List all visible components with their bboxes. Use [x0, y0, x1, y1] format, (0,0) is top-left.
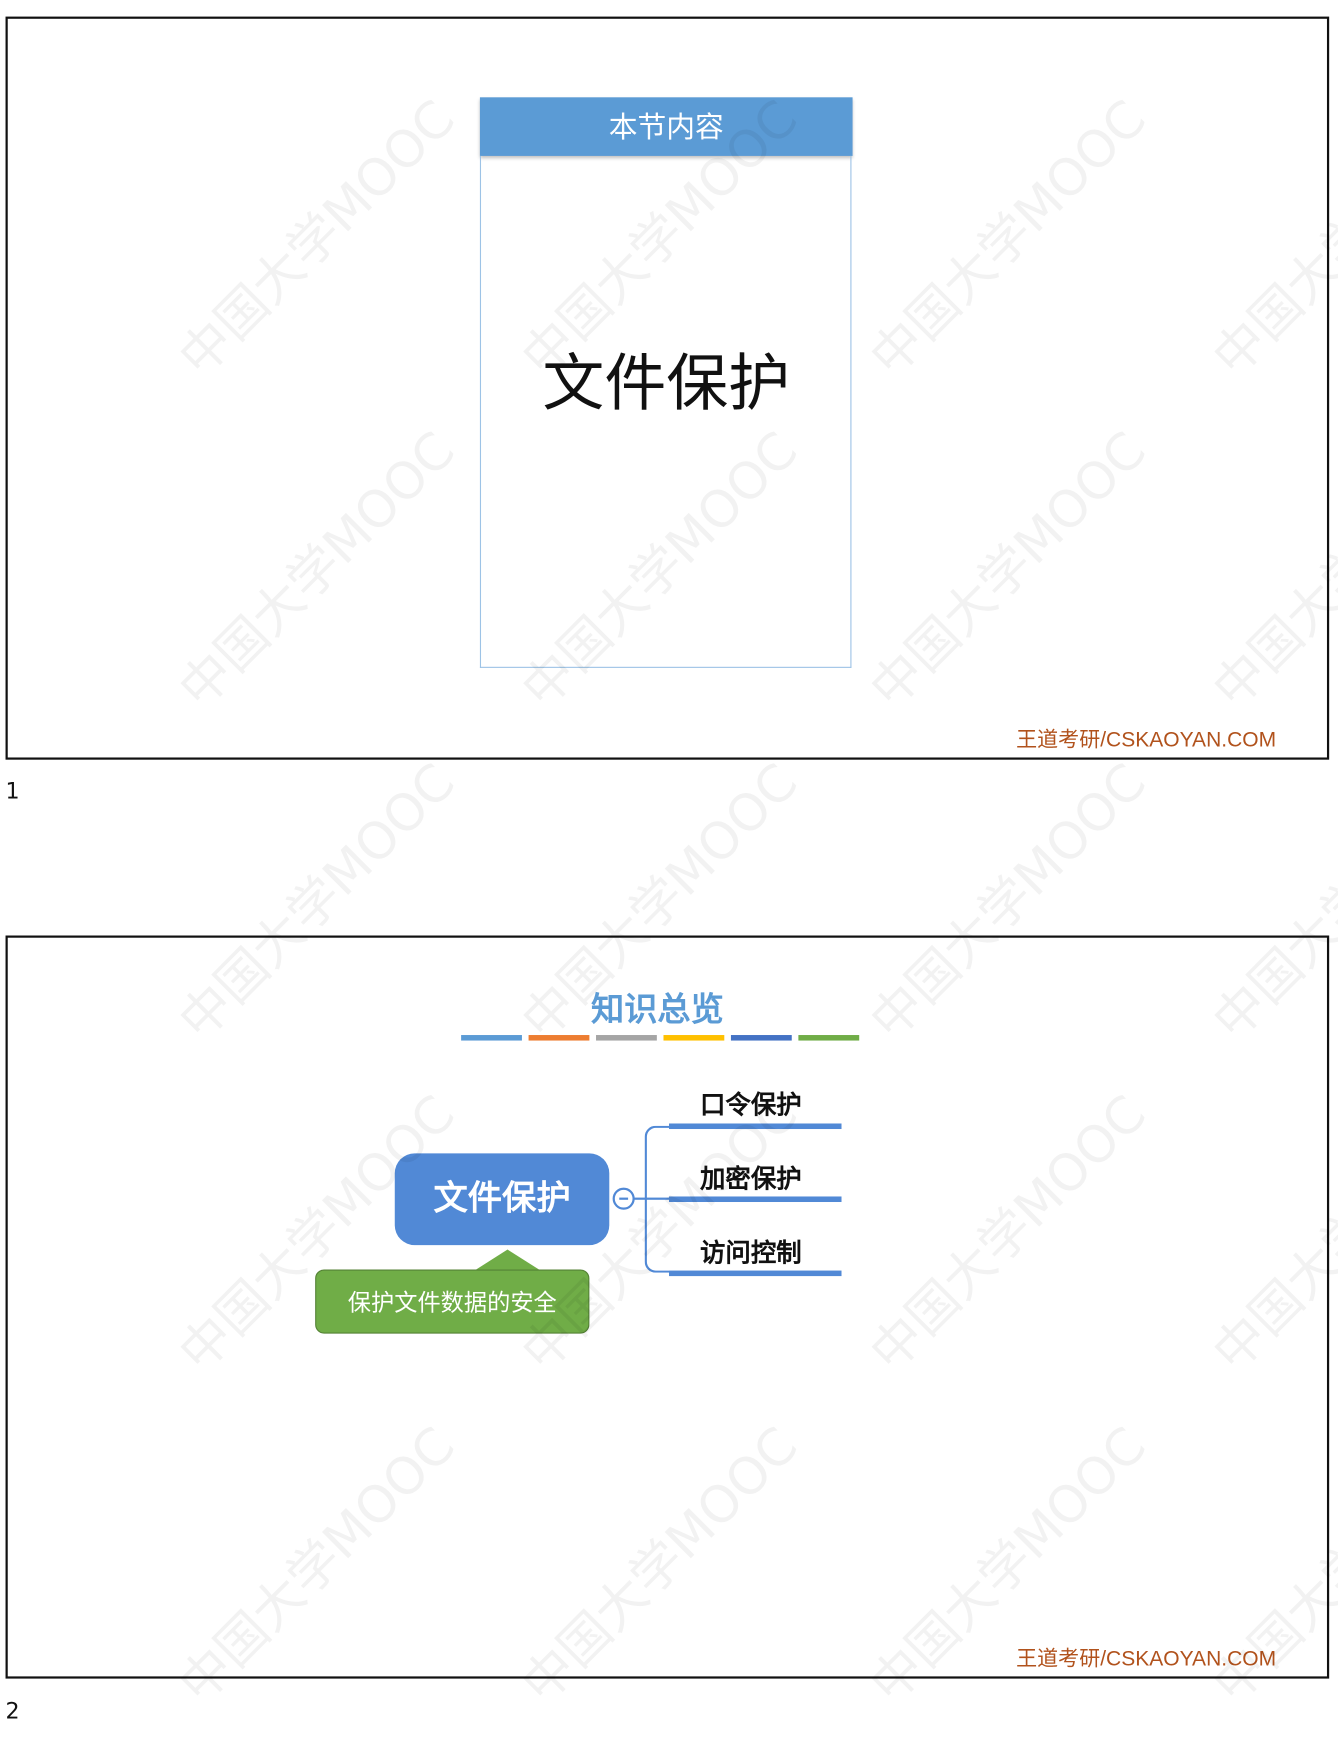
branch-label: 加密保护: [699, 1165, 802, 1195]
footer-brand: 王道考研/CSKAOYAN.COM: [1016, 728, 1277, 752]
slide-2: 知识总览 文件保护 口令保护 加密保护 访问控制 保护文件数据的安全 王道考研/…: [5, 935, 1330, 1679]
page-number: 2: [5, 1697, 20, 1724]
note-callout: 保护文件数据的安全: [315, 1269, 590, 1334]
title-bar-segment: [596, 1035, 657, 1041]
mindmap-connector: [632, 1197, 670, 1200]
footer-brand: 王道考研/CSKAOYAN.COM: [1016, 1647, 1277, 1671]
branch-line: [669, 1123, 842, 1130]
branch-line: [669, 1270, 842, 1277]
title-bar-segment: [528, 1035, 590, 1041]
callout-pointer: [474, 1249, 541, 1271]
collapse-icon[interactable]: [612, 1187, 635, 1210]
title-bar-segment: [730, 1035, 792, 1041]
mindmap-root-node: 文件保护: [394, 1153, 610, 1246]
section-topic: 文件保护: [542, 348, 791, 421]
slide-title: 知识总览: [591, 990, 724, 1030]
title-bar-segment: [798, 1035, 860, 1041]
slide-1: 本节内容 文件保护 王道考研/CSKAOYAN.COM: [5, 16, 1330, 760]
section-header: 本节内容: [479, 97, 853, 156]
branch-label: 口令保护: [699, 1091, 802, 1121]
page-number: 1: [5, 777, 20, 804]
branch-label: 访问控制: [699, 1239, 802, 1269]
title-bar-segment: [461, 1035, 522, 1041]
title-bar-segment: [663, 1035, 725, 1041]
branch-line: [669, 1196, 842, 1203]
